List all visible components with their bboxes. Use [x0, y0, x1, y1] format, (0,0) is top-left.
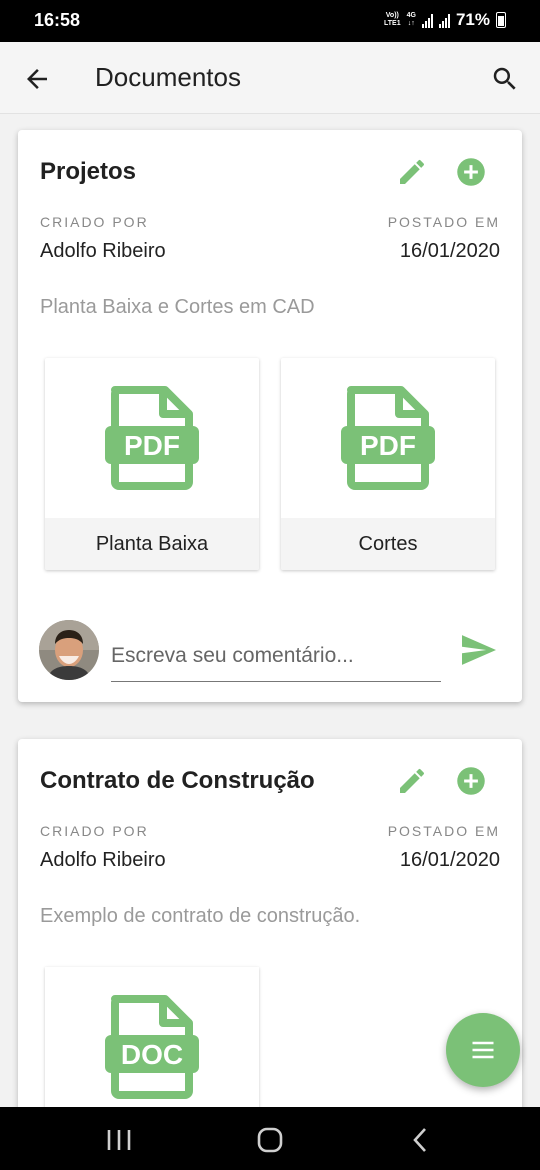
page-title: Documentos: [95, 62, 241, 92]
created-by-label: CRIADO POR: [40, 214, 149, 230]
lte-label: LTE1: [384, 20, 401, 27]
status-icons: Vo)) LTE1 4G ↓↑ 71%: [384, 10, 506, 30]
arrow-left-icon: [27, 69, 47, 89]
system-nav-bar: [0, 1107, 540, 1170]
document-card-projetos: Projetos CRIADO POR POSTADO EM Adolfo Ri…: [18, 130, 522, 702]
comment-input[interactable]: [111, 630, 441, 682]
network-type: 4G ↓↑: [407, 12, 416, 28]
recents-icon: [107, 1130, 131, 1150]
file-type-label: PDF: [124, 430, 180, 461]
send-button[interactable]: [462, 635, 496, 665]
add-file-button[interactable]: [456, 766, 486, 796]
pencil-icon: [400, 159, 425, 184]
created-by-value: Adolfo Ribeiro: [40, 849, 166, 871]
recents-button[interactable]: [105, 1127, 133, 1153]
battery-percent: 71%: [455, 10, 490, 29]
plus-circle-icon: [457, 158, 485, 186]
user-avatar-icon: [39, 620, 99, 680]
document-card-contrato: Contrato de Construção CRIADO POR POSTAD…: [18, 739, 522, 1139]
file-name: Cortes: [281, 518, 495, 570]
file-name: Planta Baixa: [45, 518, 259, 570]
posted-label: POSTADO EM: [387, 214, 500, 230]
menu-fab[interactable]: [446, 1013, 520, 1087]
signal-icon-2: [438, 12, 450, 28]
search-icon: [493, 67, 516, 90]
card-description: Planta Baixa e Cortes em CAD: [40, 296, 315, 318]
avatar: [39, 620, 99, 680]
file-tile-planta-baixa[interactable]: PDF Planta Baixa: [45, 358, 259, 570]
file-type-label: PDF: [360, 430, 416, 461]
created-by-value: Adolfo Ribeiro: [40, 240, 166, 262]
battery-icon: [496, 12, 506, 28]
card-title: Projetos: [40, 158, 137, 185]
card-description: Exemplo de contrato de construção.: [40, 905, 361, 927]
add-file-button[interactable]: [456, 157, 486, 187]
card-title: Contrato de Construção: [40, 767, 315, 794]
file-type-label: DOC: [121, 1039, 183, 1070]
pencil-icon: [400, 768, 425, 793]
data-arrows-icon: ↓↑: [407, 20, 415, 27]
edit-button[interactable]: [396, 765, 428, 797]
signal-icon: [421, 12, 433, 28]
file-tile-cortes[interactable]: PDF Cortes: [281, 358, 495, 570]
volte-indicator: Vo)) LTE1: [384, 12, 401, 28]
edit-button[interactable]: [396, 156, 428, 188]
app-bar: Documentos: [0, 42, 540, 114]
posted-label: POSTADO EM: [387, 823, 500, 839]
created-by-label: CRIADO POR: [40, 823, 149, 839]
status-time: 16:58: [34, 10, 81, 30]
plus-circle-icon: [457, 767, 485, 795]
pdf-file-icon: PDF: [341, 386, 435, 490]
posted-date: 16/01/2020: [399, 849, 500, 871]
nav-back-button[interactable]: [410, 1126, 430, 1154]
doc-file-icon: DOC: [105, 995, 199, 1099]
posted-date: 16/01/2020: [399, 240, 500, 262]
search-button[interactable]: [490, 64, 520, 94]
menu-icon: [472, 1041, 494, 1059]
send-icon: [462, 635, 496, 665]
pdf-file-icon: PDF: [105, 386, 199, 490]
chevron-left-icon: [413, 1128, 426, 1152]
back-button[interactable]: [22, 64, 52, 94]
volte-label: Vo)): [385, 12, 399, 19]
home-icon: [257, 1127, 283, 1153]
home-button[interactable]: [256, 1126, 284, 1154]
network-type-label: 4G: [406, 12, 416, 19]
status-bar: 16:58 Vo)) LTE1 4G ↓↑ 71%: [0, 0, 540, 42]
